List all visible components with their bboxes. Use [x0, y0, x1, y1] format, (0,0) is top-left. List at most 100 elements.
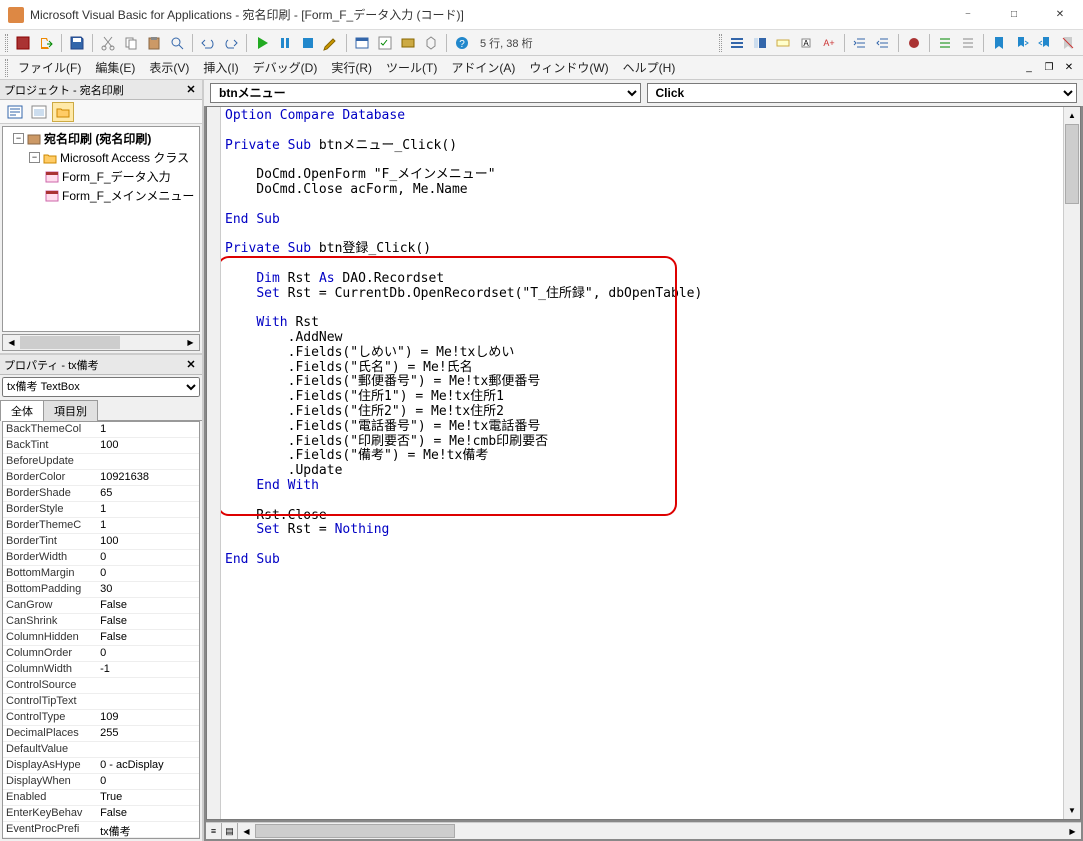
code-margin[interactable]: [207, 107, 221, 819]
properties-tab-alphabetic[interactable]: 全体: [0, 400, 44, 421]
property-row[interactable]: ControlTipText: [3, 694, 199, 710]
tree-item-form1[interactable]: Form_F_データ入力: [5, 167, 197, 186]
property-row[interactable]: ControlSource: [3, 678, 199, 694]
toolbox-icon[interactable]: [420, 32, 442, 54]
property-row[interactable]: EnabledTrue: [3, 790, 199, 806]
toggle-bookmark-icon[interactable]: [988, 32, 1010, 54]
list-constants-icon[interactable]: [749, 32, 771, 54]
break-icon[interactable]: [274, 32, 296, 54]
code-vscroll[interactable]: ▲▼: [1063, 107, 1080, 819]
properties-panel-close-button[interactable]: ✕: [182, 355, 200, 373]
property-row[interactable]: ControlType109: [3, 710, 199, 726]
list-properties-icon[interactable]: [726, 32, 748, 54]
property-row[interactable]: BottomPadding30: [3, 582, 199, 598]
tree-folder[interactable]: −Microsoft Access クラス: [5, 148, 197, 167]
property-row[interactable]: EnterKeyBehavFalse: [3, 806, 199, 822]
save-icon[interactable]: [66, 32, 88, 54]
menu-edit[interactable]: 編集(E): [88, 56, 142, 79]
tree-root[interactable]: −宛名印刷 (宛名印刷): [5, 129, 197, 148]
property-row[interactable]: BorderThemeC1: [3, 518, 199, 534]
menu-addins[interactable]: アドイン(A): [444, 56, 522, 79]
mdi-close-button[interactable]: ✕: [1059, 58, 1079, 76]
code-hscroll[interactable]: ≡ ▤ ◀▶: [206, 822, 1081, 839]
indent-icon[interactable]: [849, 32, 871, 54]
next-bookmark-icon[interactable]: [1011, 32, 1033, 54]
code-text[interactable]: Option Compare Database Private Sub btnメ…: [221, 107, 1063, 819]
paste-icon[interactable]: [143, 32, 165, 54]
property-row[interactable]: CanShrinkFalse: [3, 614, 199, 630]
property-row[interactable]: BorderWidth0: [3, 550, 199, 566]
code-editor[interactable]: Option Compare Database Private Sub btnメ…: [206, 106, 1081, 820]
help-icon[interactable]: ?: [451, 32, 473, 54]
view-code-icon[interactable]: [4, 102, 26, 122]
property-row[interactable]: CanGrowFalse: [3, 598, 199, 614]
menu-file[interactable]: ファイル(F): [11, 56, 88, 79]
property-row[interactable]: EventProcPrefitx備考: [3, 822, 199, 838]
properties-tab-categorized[interactable]: 項目別: [43, 400, 98, 421]
find-icon[interactable]: [166, 32, 188, 54]
menu-window[interactable]: ウィンドウ(W): [522, 56, 615, 79]
uncomment-block-icon[interactable]: [957, 32, 979, 54]
reset-icon[interactable]: [297, 32, 319, 54]
properties-object-selector[interactable]: tx備考 TextBox: [2, 377, 200, 397]
svg-text:?: ?: [459, 39, 465, 50]
property-row[interactable]: BackThemeCol1: [3, 422, 199, 438]
menu-debug[interactable]: デバッグ(D): [246, 56, 325, 79]
menu-insert[interactable]: 挿入(I): [196, 56, 245, 79]
tree-item-form2[interactable]: Form_F_メインメニュー: [5, 186, 197, 205]
project-hscroll[interactable]: ◀▶: [2, 334, 200, 351]
outdent-icon[interactable]: [872, 32, 894, 54]
menu-view[interactable]: 表示(V): [142, 56, 196, 79]
project-panel-close-button[interactable]: ✕: [182, 80, 200, 98]
menu-help[interactable]: ヘルプ(H): [616, 56, 683, 79]
quick-info-icon[interactable]: [772, 32, 794, 54]
toggle-breakpoint-icon[interactable]: [903, 32, 925, 54]
project-explorer-icon[interactable]: [351, 32, 373, 54]
minimize-button[interactable]: −: [945, 0, 991, 30]
properties-grid[interactable]: BackThemeCol1BackTint100BeforeUpdateBord…: [2, 421, 200, 839]
property-row[interactable]: BottomMargin0: [3, 566, 199, 582]
properties-window-icon[interactable]: [374, 32, 396, 54]
cut-icon[interactable]: [97, 32, 119, 54]
menu-tools[interactable]: ツール(T): [379, 56, 444, 79]
prev-bookmark-icon[interactable]: [1034, 32, 1056, 54]
property-row[interactable]: DecimalPlaces255: [3, 726, 199, 742]
maximize-button[interactable]: □: [991, 0, 1037, 30]
project-tree[interactable]: −宛名印刷 (宛名印刷) −Microsoft Access クラス Form_…: [2, 126, 200, 332]
design-mode-icon[interactable]: [320, 32, 342, 54]
redo-icon[interactable]: [220, 32, 242, 54]
comment-block-icon[interactable]: [934, 32, 956, 54]
property-row[interactable]: DisplayWhen0: [3, 774, 199, 790]
procedure-dropdown[interactable]: Click: [647, 83, 1078, 103]
run-icon[interactable]: [251, 32, 273, 54]
object-browser-icon[interactable]: [397, 32, 419, 54]
insert-module-icon[interactable]: [35, 32, 57, 54]
property-row[interactable]: DefaultValue: [3, 742, 199, 758]
property-row[interactable]: BeforeUpdate: [3, 454, 199, 470]
menu-run[interactable]: 実行(R): [324, 56, 379, 79]
copy-icon[interactable]: [120, 32, 142, 54]
property-row[interactable]: DisplayAsHype0 - acDisplay: [3, 758, 199, 774]
property-row[interactable]: BorderShade65: [3, 486, 199, 502]
parameter-info-icon[interactable]: A: [795, 32, 817, 54]
property-row[interactable]: BorderTint100: [3, 534, 199, 550]
mdi-minimize-button[interactable]: _: [1019, 58, 1039, 76]
svg-text:A: A: [803, 39, 809, 48]
property-row[interactable]: ColumnWidth-1: [3, 662, 199, 678]
property-row[interactable]: BorderColor10921638: [3, 470, 199, 486]
complete-word-icon[interactable]: A+: [818, 32, 840, 54]
view-object-icon[interactable]: [28, 102, 50, 122]
clear-bookmarks-icon[interactable]: [1057, 32, 1079, 54]
procedure-view-button[interactable]: ≡: [206, 823, 222, 839]
property-row[interactable]: ColumnHiddenFalse: [3, 630, 199, 646]
view-access-icon[interactable]: [12, 32, 34, 54]
property-row[interactable]: ColumnOrder0: [3, 646, 199, 662]
property-row[interactable]: BackTint100: [3, 438, 199, 454]
full-module-view-button[interactable]: ▤: [222, 823, 238, 839]
undo-icon[interactable]: [197, 32, 219, 54]
mdi-restore-button[interactable]: ❐: [1039, 58, 1059, 76]
object-dropdown[interactable]: btnメニュー: [210, 83, 641, 103]
property-row[interactable]: BorderStyle1: [3, 502, 199, 518]
toggle-folders-icon[interactable]: [52, 102, 74, 122]
close-button[interactable]: ✕: [1037, 0, 1083, 30]
